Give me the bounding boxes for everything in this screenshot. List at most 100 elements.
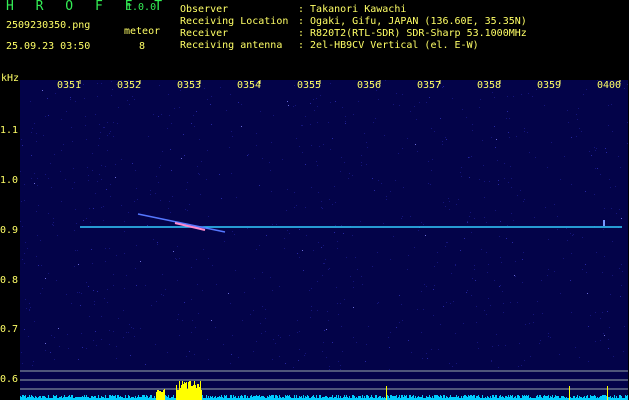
noise-pixel xyxy=(582,237,583,238)
spectrum-bar xyxy=(556,396,557,400)
noise-pixel xyxy=(256,341,257,342)
noise-pixel xyxy=(189,204,190,205)
noise-pixel xyxy=(219,174,220,175)
noise-pixel xyxy=(288,105,289,106)
noise-pixel xyxy=(22,145,23,146)
noise-pixel xyxy=(116,358,117,359)
noise-pixel xyxy=(140,261,141,262)
noise-pixel xyxy=(452,366,453,367)
noise-pixel xyxy=(476,306,477,307)
spectrum-bar xyxy=(412,396,413,400)
noise-pixel xyxy=(623,351,624,352)
spectrum-bar xyxy=(393,396,394,400)
spectrum-bar xyxy=(579,396,580,400)
noise-pixel xyxy=(221,198,222,199)
noise-pixel xyxy=(112,89,113,90)
spectrum-bar xyxy=(20,396,21,400)
spectrum-bar xyxy=(437,395,438,400)
noise-pixel xyxy=(600,318,601,319)
noise-pixel xyxy=(595,341,596,342)
spectrum-bar xyxy=(32,396,33,400)
noise-pixel xyxy=(26,308,27,309)
noise-pixel xyxy=(40,240,41,241)
noise-pixel xyxy=(163,295,164,296)
noise-pixel xyxy=(317,281,318,282)
noise-pixel xyxy=(396,327,397,328)
noise-pixel xyxy=(486,314,487,315)
spectrum-bar xyxy=(601,396,602,400)
spectrum-bar xyxy=(563,396,564,400)
noise-pixel xyxy=(230,363,231,364)
spectrum-bar xyxy=(238,396,239,400)
noise-pixel xyxy=(27,248,28,249)
noise-pixel xyxy=(128,212,129,213)
noise-pixel xyxy=(352,235,353,236)
spectrum-bar xyxy=(231,395,232,400)
noise-pixel xyxy=(191,332,192,333)
noise-pixel xyxy=(372,178,373,179)
noise-pixel xyxy=(360,221,361,222)
noise-pixel xyxy=(386,196,387,197)
noise-pixel xyxy=(415,144,416,145)
noise-pixel xyxy=(522,259,523,260)
spectrum-bar xyxy=(40,396,41,400)
spectrum-bar xyxy=(277,396,278,400)
noise-pixel xyxy=(101,165,102,166)
noise-pixel xyxy=(191,299,192,300)
noise-pixel xyxy=(328,320,329,321)
noise-pixel xyxy=(45,350,46,351)
noise-pixel xyxy=(434,131,435,132)
noise-pixel xyxy=(91,249,92,250)
noise-pixel xyxy=(421,332,422,333)
noise-pixel xyxy=(32,365,33,366)
noise-pixel xyxy=(512,242,513,243)
noise-pixel xyxy=(524,128,525,129)
spectrum-bar xyxy=(128,395,129,400)
noise-pixel xyxy=(45,116,46,117)
carrier-spike xyxy=(603,220,605,226)
noise-pixel xyxy=(127,100,128,101)
noise-pixel xyxy=(488,264,489,265)
spectrum-bar xyxy=(276,395,277,400)
noise-pixel xyxy=(208,216,209,217)
noise-pixel xyxy=(348,178,349,179)
noise-pixel xyxy=(176,259,177,260)
noise-pixel xyxy=(472,124,473,125)
noise-pixel xyxy=(440,324,441,325)
noise-pixel xyxy=(223,344,224,345)
spectrum-bar xyxy=(55,396,56,400)
spectrum-bar xyxy=(258,396,259,400)
noise-pixel xyxy=(207,99,208,100)
noise-pixel xyxy=(262,272,263,273)
noise-pixel xyxy=(110,184,111,185)
spectrum-bar xyxy=(574,396,575,400)
spectrum-bar xyxy=(44,396,45,400)
spectrum-bar xyxy=(410,395,411,400)
noise-pixel xyxy=(137,199,138,200)
noise-pixel xyxy=(350,276,351,277)
noise-pixel xyxy=(296,138,297,139)
x-tick-label: 0358 xyxy=(477,80,502,91)
x-tick-label: 0351 xyxy=(57,80,82,91)
spectrum-bar xyxy=(338,395,339,400)
noise-pixel xyxy=(270,170,271,171)
noise-pixel xyxy=(310,124,311,125)
noise-pixel xyxy=(24,200,25,201)
noise-pixel xyxy=(158,182,159,183)
noise-pixel xyxy=(353,337,354,338)
noise-pixel xyxy=(590,315,591,316)
spectrum-bar xyxy=(186,382,187,400)
noise-pixel xyxy=(78,264,79,265)
noise-pixel xyxy=(202,290,203,291)
spectrum-bar xyxy=(95,396,96,400)
noise-pixel xyxy=(22,363,23,364)
spectrum-bar xyxy=(490,396,491,400)
noise-pixel xyxy=(145,285,146,286)
spectrum-bar xyxy=(294,395,295,400)
y-tick-label: 0.6 xyxy=(0,374,19,385)
spectrum-bar xyxy=(319,395,320,400)
noise-pixel xyxy=(468,157,469,158)
noise-pixel xyxy=(571,253,572,254)
noise-pixel xyxy=(513,96,514,97)
noise-pixel xyxy=(210,104,211,105)
